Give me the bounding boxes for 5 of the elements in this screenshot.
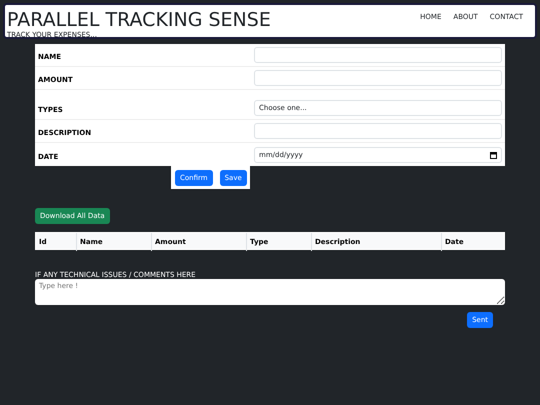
text-input[interactable] <box>254 123 502 139</box>
text-input[interactable] <box>254 70 502 86</box>
calendar-icon <box>490 152 497 158</box>
text-input[interactable] <box>254 47 502 63</box>
site-title: PARALLEL TRACKING SENSE <box>7 9 271 31</box>
